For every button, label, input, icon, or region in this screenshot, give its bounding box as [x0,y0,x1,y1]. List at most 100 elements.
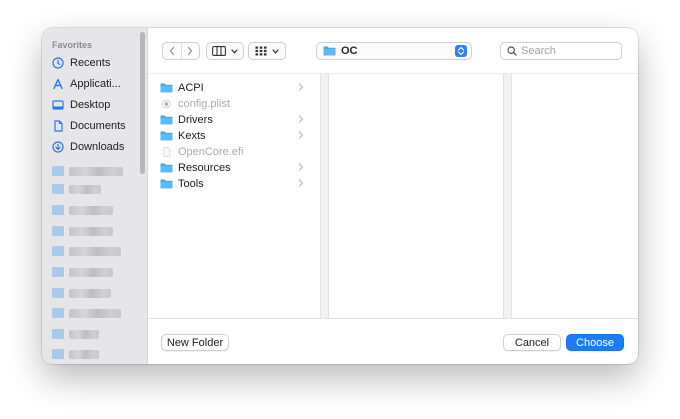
file-name: ACPI [178,82,204,94]
file-row-acpi[interactable]: ACPI [160,80,310,96]
path-popup[interactable]: OC [316,42,472,60]
sidebar-item-label: Documents [70,120,126,132]
sidebar-item-desktop[interactable]: Desktop [52,96,140,114]
sidebar-item-label: Recents [70,57,111,69]
folder-icon [160,131,173,141]
column-oc: ACPI config.plist Drivers Kexts OpenCore… [148,74,312,318]
navigation-buttons [162,42,200,60]
file-name: config.plist [178,98,230,110]
file-row-resources[interactable]: Resources [160,160,310,176]
obscured-label [69,205,113,215]
sidebar: Favorites Recents Applicati... Desktop D… [42,28,148,364]
obscured-label [69,166,123,176]
file-name: OpenCore.efi [178,146,244,158]
obscured-label [69,288,111,298]
file-row-opencore-efi: OpenCore.efi [160,144,310,160]
sidebar-item-obscured[interactable] [52,165,123,177]
sidebar-item-downloads[interactable]: Downloads [52,138,140,156]
open-dialog: Favorites Recents Applicati... Desktop D… [42,28,638,364]
forward-button[interactable] [180,43,200,59]
chevron-right-icon [298,131,304,139]
back-button[interactable] [163,43,181,59]
sidebar-item-label: Desktop [70,99,111,111]
file-row-tools[interactable]: Tools [160,176,310,192]
plist-file-icon [162,99,171,109]
applications-icon [53,78,63,90]
sidebar-item-documents[interactable]: Documents [52,117,140,135]
folder-icon [52,246,64,256]
chevron-down-icon [231,48,238,54]
folder-icon [52,308,64,318]
folder-icon [160,115,173,125]
group-options-button[interactable] [248,42,286,60]
obscured-label [69,246,121,256]
file-name: Resources [178,162,231,174]
sidebar-item-label: Applicati... [70,78,121,90]
sidebar-item-obscured[interactable] [52,225,113,237]
column-resize-handle[interactable] [503,74,512,318]
new-folder-button[interactable]: New Folder [161,334,229,351]
column-resize-handle[interactable] [320,74,329,318]
column-empty [330,74,502,318]
chevron-left-icon [169,46,174,56]
folder-icon [52,166,64,176]
chevron-right-icon [298,179,304,187]
sidebar-item-applications[interactable]: Applicati... [52,75,140,93]
file-name: Tools [178,178,204,190]
file-name: Kexts [178,130,206,142]
sidebar-item-obscured[interactable] [52,204,113,216]
column-view-button[interactable] [206,42,244,60]
search-icon [507,46,517,56]
folder-icon [160,163,173,173]
choose-button[interactable]: Choose [566,334,624,351]
search-input[interactable] [521,45,617,57]
sidebar-section-favorites: Favorites [52,40,93,50]
chevron-right-icon [298,83,304,91]
folder-icon [52,329,64,339]
sidebar-item-label: Downloads [70,141,125,153]
obscured-label [69,267,113,277]
folder-icon [52,349,64,359]
cancel-button[interactable]: Cancel [503,334,561,351]
folder-icon [160,179,173,189]
path-popup-label: OC [341,45,358,57]
folder-icon [52,288,64,298]
document-icon [54,120,63,132]
file-row-kexts[interactable]: Kexts [160,128,310,144]
sidebar-item-obscured[interactable] [52,287,111,299]
obscured-label [69,308,121,318]
column-view-icon [212,46,226,56]
chevron-down-icon [272,48,279,54]
folder-icon [52,226,64,236]
clock-icon [52,57,64,69]
sidebar-item-obscured[interactable] [52,245,121,257]
folder-icon [52,184,64,194]
download-icon [52,141,64,153]
footer: New Folder Cancel Choose [148,318,638,364]
toolbar: OC [148,28,638,74]
obscured-label [69,329,99,339]
sidebar-item-obscured[interactable] [52,328,99,340]
file-name: Drivers [178,114,213,126]
desktop-icon [52,100,64,110]
file-row-drivers[interactable]: Drivers [160,112,310,128]
sidebar-item-obscured[interactable] [52,183,101,195]
column-browser: ACPI config.plist Drivers Kexts OpenCore… [148,74,638,318]
sidebar-scrollbar[interactable] [140,32,145,174]
sidebar-item-obscured[interactable] [52,348,99,360]
chevron-right-icon [188,46,193,56]
file-row-config-plist: config.plist [160,96,310,112]
file-icon [163,147,171,157]
folder-icon [160,83,173,93]
chevron-right-icon [298,115,304,123]
column-empty [513,74,638,318]
folder-icon [323,46,336,56]
sidebar-item-recents[interactable]: Recents [52,54,140,72]
updown-arrows-icon [455,45,467,57]
obscured-label [69,226,113,236]
sidebar-item-obscured[interactable] [52,307,121,319]
folder-icon [52,267,64,277]
search-field[interactable] [500,42,622,60]
obscured-label [69,184,101,194]
sidebar-item-obscured[interactable] [52,266,113,278]
